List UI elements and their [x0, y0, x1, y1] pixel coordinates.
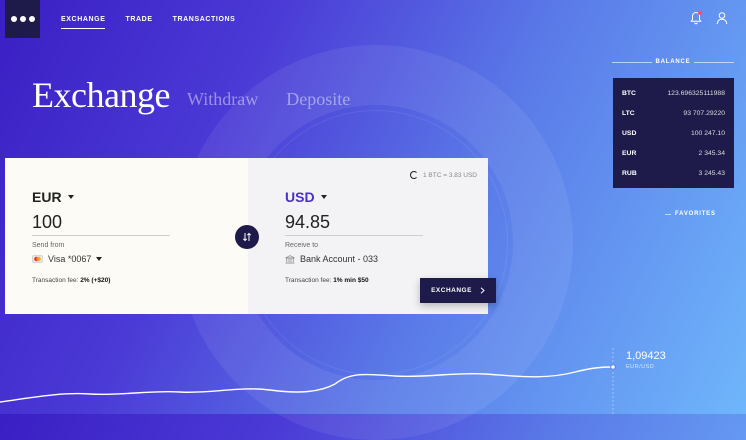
- tab-deposite[interactable]: Deposite: [286, 89, 350, 110]
- exchange-button[interactable]: EXCHANGE: [420, 278, 496, 303]
- receive-to-label: Receive to: [285, 242, 319, 249]
- top-nav: EXCHANGE TRADE TRANSACTIONS: [61, 16, 235, 29]
- receive-fee-line: Transaction fee: 1% min $50: [285, 277, 369, 284]
- chevron-down-icon: [67, 195, 74, 199]
- balance-row[interactable]: LTC 93 707.29220: [622, 103, 725, 123]
- balance-row[interactable]: USD 100 247.10: [622, 123, 725, 143]
- balance-code: EUR: [622, 149, 637, 157]
- page-tabs: Withdraw Deposite: [187, 89, 350, 110]
- nav-item-trade[interactable]: TRADE: [125, 16, 152, 29]
- from-amount-input[interactable]: [32, 212, 170, 236]
- logo-dot-icon: [28, 16, 35, 22]
- swap-currencies-button[interactable]: [235, 225, 259, 249]
- tab-withdraw[interactable]: Withdraw: [187, 89, 258, 110]
- from-currency-select[interactable]: EUR: [32, 189, 74, 205]
- balance-value: 3 245.43: [698, 169, 725, 177]
- balance-code: USD: [622, 129, 637, 137]
- logo-dot-icon: [19, 16, 26, 22]
- balance-value: 100 247.10: [690, 129, 725, 137]
- to-amount-input[interactable]: [285, 212, 423, 236]
- send-fee-value: 2% (+$20): [80, 277, 111, 284]
- receive-fee-label: Transaction fee:: [285, 277, 332, 284]
- to-currency-label: USD: [285, 189, 315, 205]
- to-currency-select[interactable]: USD: [285, 189, 327, 205]
- user-icon[interactable]: [716, 11, 728, 25]
- balance-code: RUB: [622, 169, 637, 177]
- send-fee-line: Transaction fee: 2% (+$20): [32, 277, 110, 284]
- notification-dot: [698, 11, 702, 15]
- logo-dot-icon: [10, 16, 17, 22]
- chart-line: [0, 366, 614, 403]
- balance-value: 2 345.34: [698, 149, 725, 157]
- send-from-label: Send from: [32, 242, 65, 249]
- balance-card: BTC 123.696325111988 LTC 93 707.29220 US…: [613, 78, 734, 188]
- exchange-rate-text: 1 BTC = 3.83 USD: [422, 171, 477, 179]
- nav-item-exchange[interactable]: EXCHANGE: [61, 16, 106, 29]
- chart-current-point[interactable]: [610, 364, 616, 370]
- send-fee-label: Transaction fee:: [32, 277, 79, 284]
- balance-value: 93 707.29220: [683, 109, 725, 117]
- chevron-down-icon: [96, 257, 103, 261]
- favorites-heading: FAVORITES: [665, 211, 746, 217]
- receive-fee-value: 1% min $50: [333, 277, 369, 284]
- balance-value: 123.696325111988: [667, 89, 725, 97]
- balance-row[interactable]: EUR 2 345.34: [622, 143, 725, 163]
- balance-code: BTC: [622, 89, 636, 97]
- target-account-value: Bank Account - 033: [300, 254, 379, 264]
- source-account-select[interactable]: Visa *0067: [32, 254, 103, 264]
- header-icons: [690, 11, 728, 25]
- page-title: Exchange: [32, 75, 170, 115]
- target-account[interactable]: Bank Account - 033: [285, 254, 378, 264]
- chart-current-value: 1,09423: [626, 350, 666, 362]
- chart-pair-label: EUR/USD: [626, 364, 655, 370]
- menu-logo-button[interactable]: [5, 0, 40, 38]
- swap-icon: [242, 232, 252, 242]
- from-currency-label: EUR: [32, 189, 62, 205]
- bank-icon: [285, 254, 295, 263]
- chevron-right-icon: [480, 287, 485, 294]
- balance-row[interactable]: BTC 123.696325111988: [622, 83, 725, 103]
- exchange-button-label: EXCHANGE: [431, 287, 472, 294]
- balance-row[interactable]: RUB 3 245.43: [622, 163, 725, 183]
- balance-heading-text: BALANCE: [655, 59, 691, 65]
- source-account-value: Visa *0067: [48, 254, 92, 264]
- send-panel: EUR Send from Visa *0067 Transaction fee…: [5, 158, 248, 314]
- balance-heading: BALANCE: [612, 59, 734, 65]
- chevron-down-icon: [320, 195, 327, 199]
- balance-code: LTC: [622, 109, 635, 117]
- rate-refresh-icon: [409, 171, 418, 179]
- nav-item-transactions[interactable]: TRANSACTIONS: [173, 16, 236, 29]
- bell-icon[interactable]: [690, 11, 702, 25]
- favorites-heading-text: FAVORITES: [675, 211, 716, 217]
- card-icon: [32, 255, 43, 263]
- exchange-rate-line: 1 BTC = 3.83 USD: [409, 171, 477, 179]
